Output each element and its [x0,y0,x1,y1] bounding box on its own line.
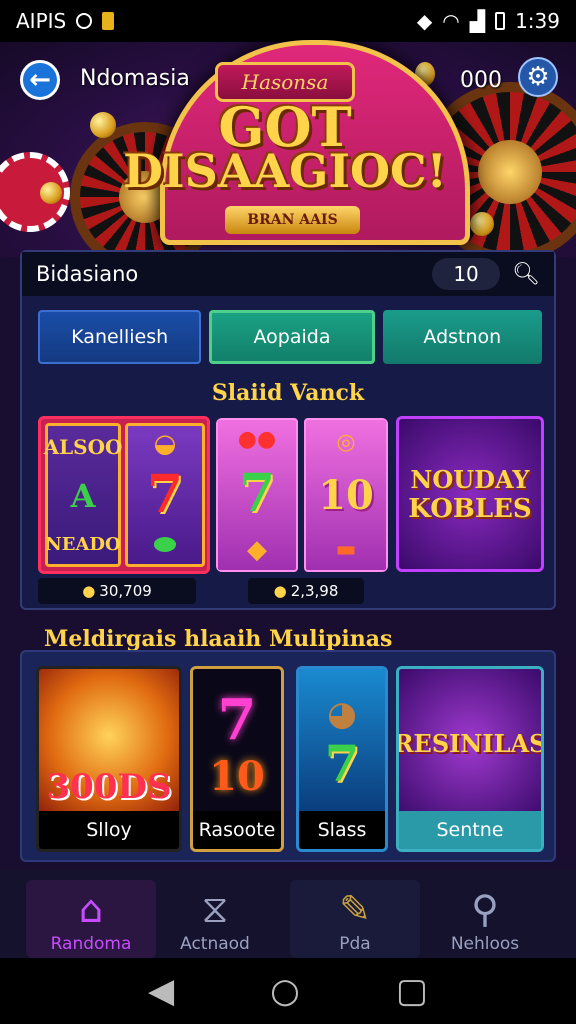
slot-game-card[interactable]: ALSOO A NEADO ◒ 7 ⬬ [38,416,210,574]
game-card[interactable]: RESINILAS Sentne [396,666,544,852]
coin-image [470,212,494,236]
search-bar: Bidasiano 10 🔍︎ [22,252,554,296]
gem-symbol-icon: ⬬ [153,530,177,561]
wifi-icon: ◠ [442,9,460,33]
signal-icon: ▟ [469,9,486,33]
nav-item-label: Actnaod [180,934,250,954]
monkey-icon: ◕ [327,693,357,734]
search-label: Bidasiano [36,262,139,286]
featured-games-panel: 300DS Slloy 7 10 Rasoote ◕ 7 Slass RESIN… [20,650,556,862]
search-count-badge[interactable]: 10 [432,258,501,290]
nav-item-label: Randoma [50,934,132,954]
slot-price-tag: ● 2,3,98 [248,578,364,604]
game-card[interactable]: 300DS Slloy [36,666,182,852]
seven-symbol-icon: 7 [146,463,184,525]
system-navigation-bar: ◀ ○ ▢ [0,958,576,1024]
game-title-line2: KOBLES [408,493,532,524]
cherry-symbol-icon: ●● [237,425,277,452]
multi-section-title: Meldirgais hlaaih Mulipinas [44,626,393,652]
search-icon: ⚲ [471,887,499,931]
bar-symbol-icon: ▬ [335,535,357,562]
tab-adstnon[interactable]: Adstnon [382,310,542,364]
arrow-left-icon: ← [29,65,51,95]
promo-headline: GOT DISAAGIOC! [110,100,460,194]
settings-button[interactable]: ⚙ [518,57,558,97]
slot-price-tag: ● 30,709 [38,578,196,604]
sim-icon [102,12,115,30]
coin-image [40,182,62,204]
promo-headline-line2: DISAAGIOC! [123,144,447,198]
game-card-art-text: RESINILAS [396,728,544,758]
battery-icon [495,12,506,30]
reel-symbol-text: A [70,477,96,516]
notification-icon [76,13,93,29]
home-circle-icon[interactable]: ○ [270,971,300,1011]
gear-icon: ⚙ [526,62,550,92]
tab-aopaida[interactable]: Aopaida [209,310,375,364]
slot-reel: ●● 7 ◆ [216,418,298,572]
game-card[interactable]: ◕ 7 Slass [296,666,388,852]
game-card-label: Slloy [39,811,179,849]
game-card-label: Sentne [399,811,541,849]
seven-symbol-icon: 7 [217,686,257,753]
category-tabs: Kanelliesh Aopaida Adstnon [38,310,542,364]
page-title: Ndomasia [80,66,190,91]
game-card-art: 300DS [39,669,179,817]
nav-item-nehloos[interactable]: ⚲ Nehloos [420,880,550,958]
fruit-symbol-icon: ◆ [247,534,267,565]
game-title-line1: NOUDAY [410,464,530,494]
nav-item-label: Nehloos [450,934,520,954]
ticket-icon: ⧖ [201,887,229,931]
game-card-label: Rasoote [193,811,281,849]
bell-symbol-icon: ◒ [153,428,177,459]
game-card[interactable]: 7 10 Rasoote [190,666,284,852]
nav-item-label: Pda [339,934,371,954]
coin-icon: ● [273,582,287,600]
search-icon[interactable]: 🔍︎ [512,262,540,287]
coin-count: 000 [460,68,502,93]
game-card-art: 7 10 [193,669,281,817]
slot-reel: ALSOO A NEADO [43,423,123,567]
slot-reel: ◒ 7 ⬬ [125,423,205,567]
ring-symbol-icon: ◎ [336,428,356,455]
game-card-label: Slass [299,811,385,849]
slot-game-card[interactable]: ●● 7 ◆ ◎ 10 ▬ [216,418,388,572]
slot-reel: ◎ 10 ▬ [304,418,388,572]
seven-symbol-icon: 7 [238,462,276,524]
ten-symbol-icon: 10 [318,471,374,519]
reel-symbol-text: ALSOO [43,435,123,460]
slots-section-title: Slaiid Vanck [211,380,365,406]
status-bar: AIPIS ◆ ◠ ▟ 1:39 [0,0,576,42]
game-card-art-text: 10 [209,752,265,800]
nav-item-randoma[interactable]: ⌂ Randoma [26,880,156,958]
slot-price: 2,3,98 [290,582,339,600]
reel-symbol-text: NEADO [45,533,121,555]
game-card-art-text: 7 [324,733,360,793]
nav-item-pda[interactable]: ✎ Pda [290,880,420,958]
edit-icon: ✎ [339,887,371,931]
game-card-art-text: 300DS [46,767,172,807]
back-triangle-icon[interactable]: ◀ [148,971,174,1011]
game-card-art: RESINILAS [399,669,541,817]
back-button[interactable]: ← [20,60,60,100]
status-time: 1:39 [515,9,560,33]
bottom-navigation: ⌂ Randoma ⧖ Actnaod ✎ Pda ⚲ Nehloos [0,870,576,960]
status-carrier: AIPIS [16,9,67,33]
promo-subtitle: BRAN AAIS [225,206,360,234]
game-card-art: ◕ 7 [299,669,385,817]
tab-kanelliesh[interactable]: Kanelliesh [38,310,202,364]
slot-game-card[interactable]: NOUDAY KOBLES [396,416,544,572]
slot-price: 30,709 [99,582,152,600]
recents-square-icon[interactable]: ▢ [396,971,428,1011]
main-panel: Bidasiano 10 🔍︎ Kanelliesh Aopaida Adstn… [20,250,556,610]
search-controls: 10 🔍︎ [432,258,540,290]
nav-item-actnaod[interactable]: ⧖ Actnaod [150,880,280,958]
vpn-icon: ◆ [416,9,433,33]
coin-icon: ● [82,582,96,600]
home-icon: ⌂ [78,887,104,931]
